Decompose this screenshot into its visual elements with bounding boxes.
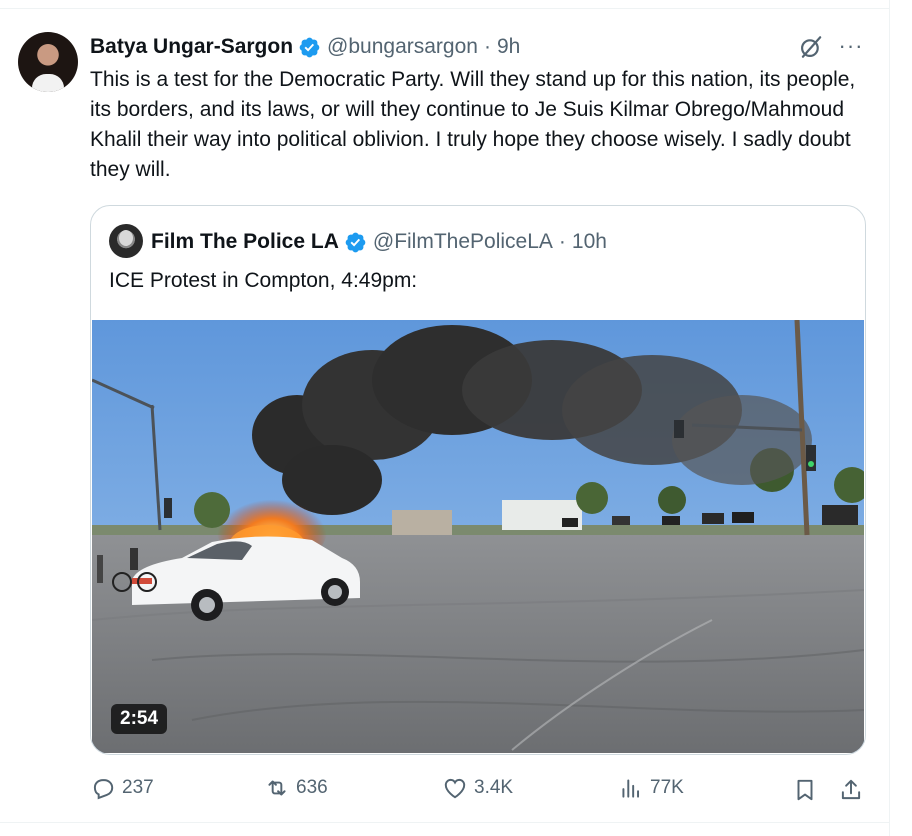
quote-author-name[interactable]: Film The Police LA [151, 230, 339, 254]
quote-time[interactable]: 10h [572, 230, 607, 254]
author-avatar[interactable] [18, 32, 78, 92]
quote-text: ICE Protest in Compton, 4:49pm: [109, 269, 418, 292]
post-header: Batya Ungar-Sargon @bungarsargon · 9h [90, 33, 520, 61]
top-divider [0, 8, 890, 9]
repost-button[interactable]: 636 [264, 773, 328, 803]
like-icon [444, 778, 466, 799]
verified-icon[interactable] [298, 36, 321, 59]
video-duration: 2:54 [111, 704, 168, 734]
grok-icon[interactable] [798, 34, 824, 60]
views-count: 77K [650, 777, 684, 798]
separator-dot: · [558, 230, 566, 253]
quoted-post[interactable]: Film The Police LA @FilmThePoliceLA · 10… [90, 205, 866, 755]
repost-count: 636 [296, 777, 328, 798]
video-player[interactable]: 2:54 [92, 320, 864, 753]
bookmark-icon[interactable] [792, 777, 818, 803]
quote-author-handle[interactable]: @FilmThePoliceLA [373, 230, 553, 254]
views-button[interactable]: 77K [618, 773, 684, 803]
more-icon[interactable]: ··· [838, 35, 864, 59]
views-icon [622, 779, 640, 798]
repost-icon [268, 780, 286, 796]
author-name[interactable]: Batya Ungar-Sargon [90, 35, 293, 59]
share-icon[interactable] [838, 777, 864, 803]
post-text: This is a test for the Democratic Party.… [90, 68, 856, 181]
right-divider [889, 0, 890, 836]
like-count: 3.4K [474, 777, 514, 798]
reply-button[interactable]: 237 [90, 773, 154, 803]
bottom-divider [0, 822, 890, 823]
author-handle[interactable]: @bungarsargon [327, 35, 478, 59]
reply-icon [93, 779, 114, 800]
quote-author-avatar[interactable] [109, 224, 143, 258]
quote-header: Film The Police LA @FilmThePoliceLA · 10… [151, 228, 607, 256]
post-time[interactable]: 9h [497, 35, 520, 59]
verified-icon[interactable] [344, 231, 367, 254]
separator-dot: · [483, 35, 491, 58]
like-button[interactable]: 3.4K [442, 773, 513, 803]
reply-count: 237 [122, 777, 154, 798]
video-thumbnail [92, 320, 864, 753]
